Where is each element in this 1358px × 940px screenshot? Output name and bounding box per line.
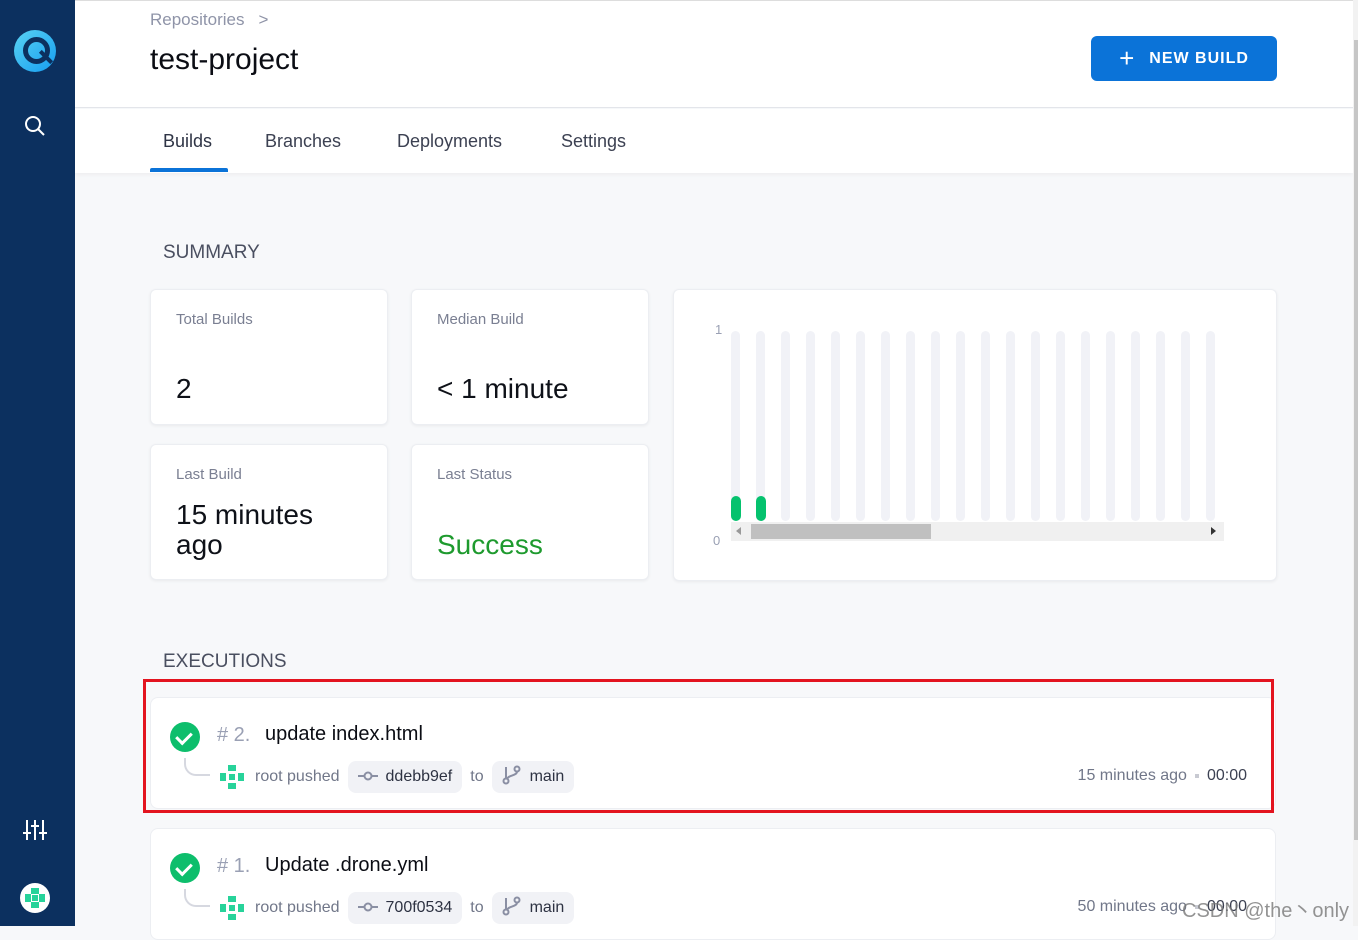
y-tick-min: 0: [713, 533, 721, 548]
search-icon[interactable]: [24, 115, 46, 137]
tab-bar: Builds Branches Deployments Settings: [75, 109, 1353, 173]
scroll-right-arrow-icon[interactable]: [1211, 527, 1216, 535]
bar-track: [831, 331, 840, 521]
breadcrumb-repositories[interactable]: Repositories: [150, 10, 245, 29]
highlight-box: [143, 679, 1274, 813]
median-build-label: Median Build: [437, 311, 524, 328]
tab-settings[interactable]: Settings: [561, 131, 626, 152]
new-build-button[interactable]: + NEW BUILD: [1091, 36, 1277, 81]
last-status-value: Success: [437, 529, 543, 560]
sidebar: [0, 0, 75, 926]
success-check-icon: [170, 853, 200, 883]
bar-track: [1056, 331, 1065, 521]
bar-track: [1081, 331, 1090, 521]
breadcrumb: Repositories >: [150, 10, 268, 30]
page-header: Repositories > test-project + NEW BUILD: [75, 0, 1353, 108]
last-build-value: 15 minutes ago: [176, 499, 313, 560]
commit-icon: [357, 899, 378, 917]
connector-line: [184, 889, 210, 907]
y-tick-max: 1: [715, 322, 723, 337]
build-time: 50 minutes ago: [1077, 898, 1187, 915]
build-meta: root pushed 700f0534 to main: [217, 892, 575, 924]
bar-track: [1006, 331, 1015, 521]
branch-link[interactable]: main: [491, 892, 575, 924]
bar-track: [731, 331, 740, 521]
bar-track: [1206, 331, 1215, 521]
commit-sha: 700f0534: [385, 899, 453, 916]
user-avatar[interactable]: [20, 883, 50, 913]
watermark: CSDN @the丶only: [1182, 900, 1350, 922]
author-avatar: [217, 893, 247, 923]
total-builds-label: Total Builds: [176, 311, 253, 328]
bar-track: [931, 331, 940, 521]
build-duration-chart: 1 0: [673, 289, 1277, 581]
tab-builds[interactable]: Builds: [163, 131, 212, 152]
last-build-card: Last Build 15 minutes ago: [150, 444, 388, 580]
scroll-left-arrow-icon[interactable]: [736, 527, 741, 535]
active-tab-indicator: [150, 168, 228, 172]
bar-track: [1131, 331, 1140, 521]
to-label: to: [470, 899, 484, 916]
author-action: root pushed: [255, 899, 340, 916]
median-build-card: Median Build < 1 minute: [411, 289, 649, 425]
commit-link[interactable]: 700f0534: [347, 892, 463, 924]
summary-heading: SUMMARY: [163, 242, 260, 263]
median-build-value: < 1 minute: [437, 373, 569, 404]
bar-track: [1031, 331, 1040, 521]
chart-horizontal-scrollbar[interactable]: [731, 522, 1224, 541]
commit-message[interactable]: Update .drone.yml: [265, 854, 428, 877]
last-status-label: Last Status: [437, 466, 513, 483]
settings-sliders-icon[interactable]: [23, 819, 47, 841]
new-build-label: NEW BUILD: [1149, 49, 1249, 67]
bar-track: [1106, 331, 1115, 521]
bar[interactable]: [731, 496, 741, 521]
execution-row[interactable]: # 1. Update .drone.yml root pushed 700f0…: [150, 828, 1276, 940]
bar-track: [781, 331, 790, 521]
bar-track: [1156, 331, 1165, 521]
scrollbar-thumb[interactable]: [751, 524, 931, 539]
branch-icon: [502, 896, 522, 921]
tab-branches[interactable]: Branches: [265, 131, 341, 152]
branch-name: main: [529, 899, 565, 916]
bar-track: [856, 331, 865, 521]
bar[interactable]: [756, 496, 766, 521]
bar-track: [756, 331, 765, 521]
plus-icon: +: [1119, 43, 1136, 73]
tab-deployments[interactable]: Deployments: [397, 131, 502, 152]
bar-track: [806, 331, 815, 521]
bar-track: [981, 331, 990, 521]
last-status-card: Last Status Success: [411, 444, 649, 580]
total-builds-card: Total Builds 2: [150, 289, 388, 425]
total-builds-value: 2: [176, 373, 192, 404]
bar-track: [881, 331, 890, 521]
bar-track: [906, 331, 915, 521]
drone-logo-icon[interactable]: [14, 30, 56, 72]
executions-heading: EXECUTIONS: [163, 651, 287, 672]
bar-track: [956, 331, 965, 521]
page-scrollbar-thumb[interactable]: [1354, 40, 1358, 840]
bar-track: [1181, 331, 1190, 521]
page-title: test-project: [150, 43, 299, 76]
last-build-label: Last Build: [176, 466, 242, 483]
chevron-right-icon: >: [258, 10, 269, 29]
build-number: # 1.: [217, 855, 251, 877]
